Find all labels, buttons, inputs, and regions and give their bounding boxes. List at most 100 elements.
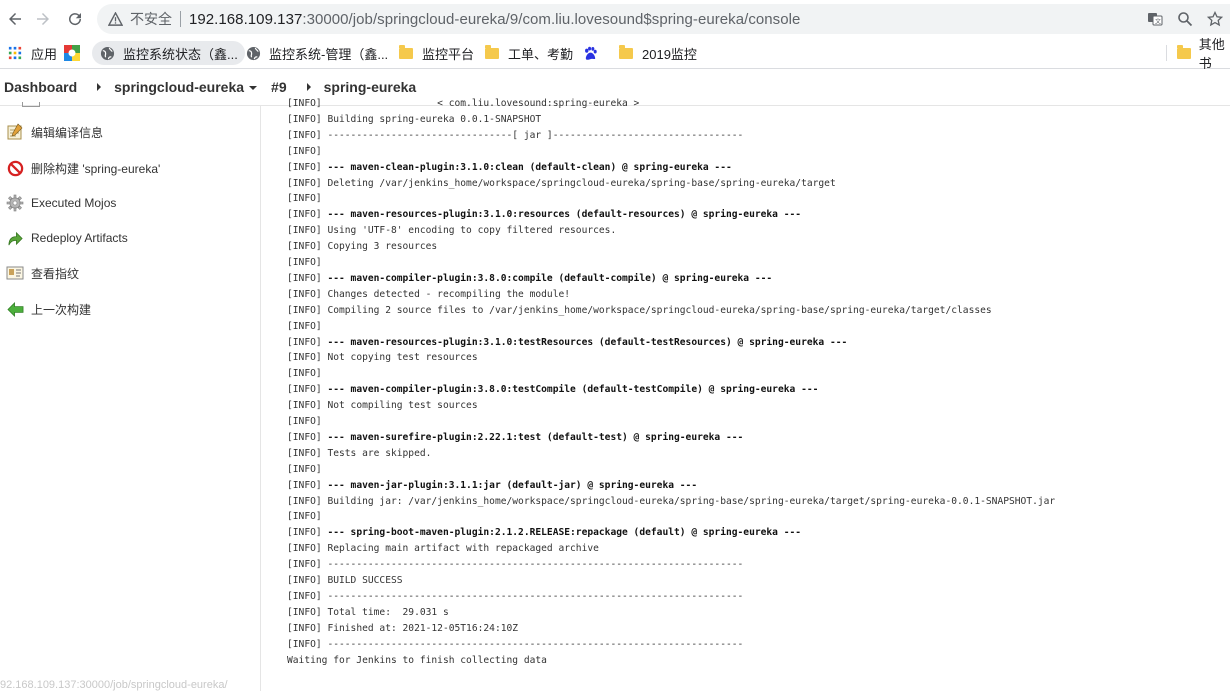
plugin-goal-heading: --- maven-clean-plugin:3.1.0:clean (defa… — [327, 161, 732, 173]
other-bookmarks[interactable]: 其他书 — [1166, 37, 1230, 71]
side-panel: 编辑编译信息 删除构建 'spring-eureka' Executed Moj… — [0, 102, 261, 691]
bookmark-folder-tickets[interactable]: 工单、考勤 — [477, 41, 580, 65]
log-level-prefix: [INFO] — [287, 241, 328, 253]
bookmark-star-icon[interactable] — [1200, 11, 1230, 27]
bookmark-baidu[interactable] — [578, 41, 602, 65]
console-line: [INFO] Building spring-eureka 0.0.1-SNAP… — [287, 112, 541, 128]
log-message: Using 'UTF-8' encoding to copy filtered … — [327, 225, 617, 237]
plugin-goal-heading: --- maven-compiler-plugin:3.8.0:testComp… — [327, 384, 819, 396]
log-level-prefix: [INFO] — [287, 638, 328, 650]
bookmark-label: 应用 — [31, 46, 58, 62]
log-level-prefix: [INFO] — [287, 431, 328, 443]
console-line: [INFO] --------------------------------[… — [287, 128, 743, 144]
bookmark-monitor-admin[interactable]: 监控系统-管理（鑫... — [238, 41, 395, 65]
console-line: [INFO] Not copying test resources — [287, 350, 478, 366]
log-level-prefix: [INFO] — [287, 161, 328, 173]
reload-button[interactable] — [60, 4, 90, 34]
bookmark-folder-monitor-platform[interactable]: 监控平台 — [391, 41, 481, 65]
redeploy-arrow-icon — [6, 229, 24, 247]
sidebar-item-edit-build-info[interactable]: 编辑编译信息 — [6, 121, 103, 143]
sidebar-item-executed-mojos[interactable]: Executed Mojos — [6, 192, 116, 214]
plugin-goal-heading: --- maven-compiler-plugin:3.8.0:compile … — [327, 272, 773, 284]
console-line: [INFO] < com.liu.lovesound:spring-eureka… — [287, 96, 639, 112]
log-level-prefix: [INFO] — [287, 479, 328, 491]
url-host: 192.168.109.137 — [189, 10, 303, 28]
sidebar-item-label: 上一次构建 — [31, 302, 92, 317]
bookmark-folder-2019-monitor[interactable]: 2019监控 — [611, 41, 704, 65]
log-level-prefix: [INFO] — [287, 193, 322, 205]
log-message: --------------------------------[ jar ]-… — [327, 129, 744, 141]
console-line: [INFO] ---------------------------------… — [287, 557, 743, 573]
log-level-prefix: [INFO] — [287, 113, 328, 125]
bookmark-label: 监控系统状态（鑫... — [123, 46, 238, 62]
sidebar-item-label: 查看指纹 — [31, 266, 80, 281]
log-message: Changes detected - recompiling the modul… — [327, 288, 571, 300]
browser-toolbar: 不安全 192.168.109.137:30000/job/springclou… — [0, 0, 1230, 38]
zoom-icon[interactable] — [1170, 11, 1200, 27]
log-level-prefix: [INFO] — [287, 368, 322, 380]
back-button[interactable] — [0, 4, 30, 34]
console-line: [INFO] — [287, 319, 322, 335]
breadcrumb-module[interactable]: spring-eureka — [324, 79, 417, 95]
log-level-prefix: [INFO] — [287, 511, 322, 523]
log-level-prefix: [INFO] — [287, 416, 322, 427]
bookmarks-divider — [1166, 45, 1167, 61]
log-level-prefix: [INFO] — [287, 129, 328, 141]
log-level-prefix: [INFO] — [287, 352, 328, 364]
chevron-down-icon[interactable] — [249, 85, 258, 90]
log-level-prefix: [INFO] — [287, 575, 328, 586]
sidebar-item-fingerprints[interactable]: 查看指纹 — [6, 262, 79, 284]
console-line: [INFO] --- maven-surefire-plugin:2.22.1:… — [287, 430, 743, 446]
bookmark-label: 监控平台 — [422, 46, 475, 62]
bookmark-monitor-status[interactable]: 监控系统状态（鑫... — [92, 41, 245, 65]
log-level-prefix: [INFO] — [287, 606, 328, 618]
security-warning-label[interactable]: 不安全 — [130, 9, 172, 29]
console-line: [INFO] Not compiling test sources — [287, 398, 478, 414]
plugin-goal-heading: --- maven-surefire-plugin:2.22.1:test (d… — [327, 431, 744, 443]
sidebar-item-previous-build[interactable]: 上一次构建 — [6, 298, 91, 320]
console-line: [INFO] — [287, 509, 322, 525]
cut-off-icon — [22, 102, 40, 107]
sidebar-item-redeploy-artifacts[interactable]: Redeploy Artifacts — [6, 227, 128, 249]
console-line: [INFO] — [287, 462, 322, 478]
sidebar-item-delete-build[interactable]: 删除构建 'spring-eureka' — [6, 157, 160, 179]
log-level-prefix: [INFO] — [287, 209, 328, 221]
console-line: [INFO] — [287, 144, 322, 160]
console-line: [INFO] --- maven-clean-plugin:3.1.0:clea… — [287, 160, 732, 176]
globe-icon — [99, 45, 115, 61]
log-level-prefix: [INFO] — [287, 384, 328, 396]
plugin-goal-heading: --- spring-boot-maven-plugin:2.1.2.RELEA… — [327, 527, 802, 539]
breadcrumb-job[interactable]: springcloud-eureka — [114, 79, 244, 95]
console-line: [INFO] --- maven-compiler-plugin:3.8.0:t… — [287, 382, 818, 398]
log-level-prefix: [INFO] — [287, 272, 328, 284]
sidebar-item-label: Executed Mojos — [31, 196, 117, 210]
console-line: [INFO] Building jar: /var/jenkins_home/w… — [287, 494, 1055, 510]
plugin-goal-heading: --- maven-resources-plugin:3.1.0:resourc… — [327, 209, 802, 221]
breadcrumb-build[interactable]: #9 — [257, 79, 287, 95]
console-line: [INFO] Tests are skipped. — [287, 446, 431, 462]
log-level-prefix: [INFO] — [287, 559, 328, 571]
console-line: [INFO] Finished at: 2021-12-05T16:24:10Z — [287, 621, 518, 637]
log-message: Waiting for Jenkins to finish collecting… — [287, 654, 547, 666]
back-arrow-icon — [9, 13, 21, 25]
console-line: [INFO] --- maven-jar-plugin:3.1.1:jar (d… — [287, 478, 697, 494]
breadcrumb-dashboard[interactable]: Dashboard — [0, 79, 77, 95]
folder-icon — [484, 44, 500, 61]
bookmark-colorful-app[interactable] — [60, 41, 84, 65]
console-line: [INFO] — [287, 191, 322, 207]
console-line: [INFO] Using 'UTF-8' encoding to copy fi… — [287, 223, 616, 239]
console-line: [INFO] ---------------------------------… — [287, 589, 743, 605]
bookmark-apps[interactable]: 应用 — [0, 41, 64, 65]
console-line: [INFO] Deleting /var/jenkins_home/worksp… — [287, 176, 836, 192]
apps-grid-icon — [7, 45, 23, 61]
console-line: [INFO] Total time: 29.031 s — [287, 605, 449, 621]
bookmark-label: 工单、考勤 — [508, 46, 574, 62]
translate-icon[interactable]: 文 — [1140, 11, 1170, 27]
breadcrumb-separator-icon — [97, 83, 102, 91]
address-bar[interactable]: 不安全 192.168.109.137:30000/job/springclou… — [97, 4, 1230, 34]
forward-button[interactable] — [28, 4, 58, 34]
log-message: ----------------------------------------… — [327, 638, 744, 650]
url-text[interactable]: 192.168.109.137:30000/job/springcloud-eu… — [189, 11, 800, 28]
link-status-url: 92.168.109.137:30000/job/springcloud-eur… — [0, 679, 228, 691]
folder-icon — [398, 44, 414, 61]
